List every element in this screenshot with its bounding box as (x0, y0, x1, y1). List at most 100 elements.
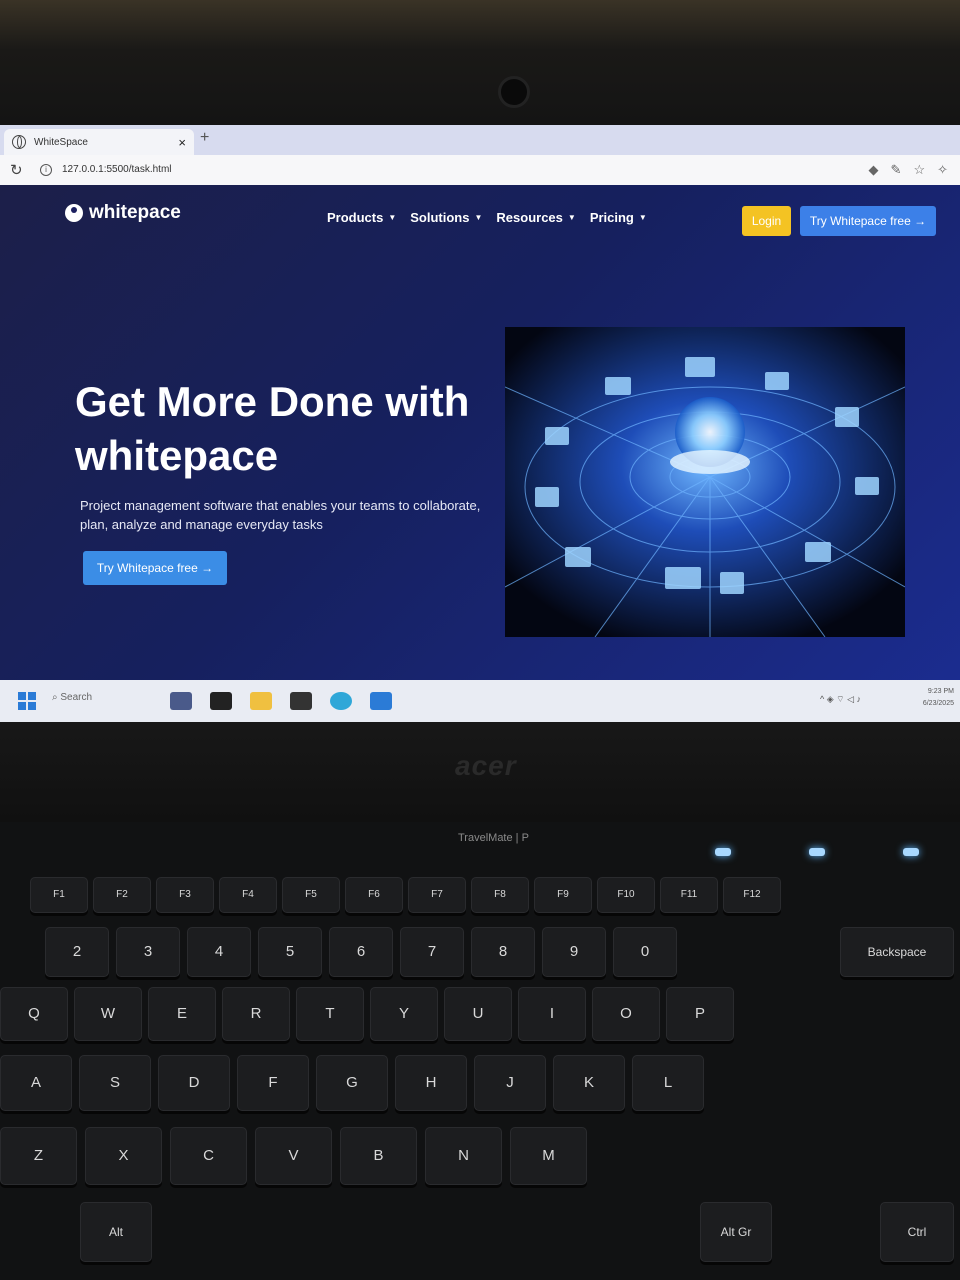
url-field[interactable]: 127.0.0.1:5500/task.html (62, 164, 172, 175)
keyboard-key[interactable]: V (255, 1127, 332, 1185)
keyboard-key[interactable]: A (0, 1055, 72, 1111)
keyboard-key[interactable]: 8 (471, 927, 535, 977)
keyboard-key[interactable]: K (553, 1055, 625, 1111)
keyboard-key[interactable]: Alt Gr (700, 1202, 772, 1262)
new-tab-button[interactable]: + (200, 129, 209, 147)
keyboard-key[interactable]: F3 (156, 877, 214, 913)
taskbar-apps (170, 692, 392, 710)
keyboard-key[interactable]: M (510, 1127, 587, 1185)
globe-icon (12, 135, 26, 149)
edge-browser-icon[interactable] (330, 692, 352, 710)
led-indicator (715, 848, 731, 856)
close-tab-icon[interactable]: × (178, 135, 186, 150)
keyboard-key[interactable]: Z (0, 1127, 77, 1185)
keyboard-key[interactable]: B (340, 1127, 417, 1185)
keyboard-key[interactable]: G (316, 1055, 388, 1111)
keyboard-key[interactable]: F11 (660, 877, 718, 913)
keyboard-key[interactable]: F8 (471, 877, 529, 913)
keyboard-key[interactable]: F1 (30, 877, 88, 913)
favorite-star-icon[interactable]: ☆ (913, 162, 925, 178)
hero-subtitle: Project management software that enables… (80, 498, 481, 532)
keyboard-key[interactable]: 5 (258, 927, 322, 977)
caret-down-icon: ▼ (567, 213, 576, 222)
keyboard-key[interactable]: S (79, 1055, 151, 1111)
vscode-icon[interactable] (370, 692, 392, 710)
keyboard-key[interactable]: F6 (345, 877, 403, 913)
laptop-model-label: TravelMate | P (458, 832, 529, 844)
try-free-header-button[interactable]: Try Whitepace free → (800, 206, 936, 236)
task-view-icon[interactable] (210, 692, 232, 710)
system-tray[interactable]: ^ ◈ ⌔ ◁ ♪ (820, 694, 861, 705)
keyboard-key[interactable]: J (474, 1055, 546, 1111)
clock-date: 6/23/2025 (922, 700, 954, 707)
keyboard-key[interactable]: O (592, 987, 660, 1041)
info-icon[interactable]: i (40, 164, 52, 176)
keyboard-key[interactable]: Ctrl (880, 1202, 954, 1262)
file-explorer-icon[interactable] (250, 692, 272, 710)
keyboard-key[interactable]: E (148, 987, 216, 1041)
keyboard-key[interactable]: N (425, 1127, 502, 1185)
keyboard-key[interactable]: H (395, 1055, 467, 1111)
keyboard-key[interactable]: F5 (282, 877, 340, 913)
keyboard-key[interactable]: F12 (723, 877, 781, 913)
windows-start-icon[interactable] (18, 692, 36, 710)
webpage: whitepace Products ▼ Solutions ▼ Resources… (0, 185, 960, 680)
led-indicator (903, 848, 919, 856)
read-aloud-icon[interactable]: ✎ (891, 162, 902, 178)
keyboard-key[interactable]: F4 (219, 877, 277, 913)
keyboard-key[interactable]: 7 (400, 927, 464, 977)
laptop-brand-logo: acer (455, 750, 517, 781)
address-bar: ↻ i 127.0.0.1:5500/task.html ◆ ✎ ☆ ✧ (0, 155, 960, 186)
nav-label: Solutions (410, 210, 470, 225)
keyboard-key[interactable]: 0 (613, 927, 677, 977)
keyboard-key[interactable]: 3 (116, 927, 180, 977)
nav-item-products[interactable]: Products ▼ (327, 210, 396, 225)
keyboard-key[interactable]: F10 (597, 877, 655, 913)
browser-tab[interactable]: WhiteSpace × (4, 129, 194, 155)
keyboard-key[interactable]: C (170, 1127, 247, 1185)
login-button[interactable]: Login (742, 206, 791, 236)
keyboard-key[interactable]: Backspace (840, 927, 954, 977)
keyboard-key[interactable]: U (444, 987, 512, 1041)
extensions-puzzle-icon[interactable]: ✧ (937, 162, 948, 178)
site-logo[interactable]: whitepace (65, 202, 181, 224)
taskbar-clock[interactable]: 9:23 PM 6/23/2025 (923, 686, 954, 710)
keyboard-key[interactable]: F (237, 1055, 309, 1111)
keyboard-key[interactable]: Alt (80, 1202, 152, 1262)
keyboard-key[interactable]: Y (370, 987, 438, 1041)
keyboard-key[interactable]: T (296, 987, 364, 1041)
laptop-keyboard-deck: TravelMate | P F1 F2 F3 F4 F5 F6 F7 F8 F9 F10 F11 F… (0, 822, 960, 1280)
reload-icon[interactable]: ↻ (10, 161, 23, 179)
taskbar-search-label: Search (60, 692, 93, 703)
keyboard-key[interactable]: W (74, 987, 142, 1041)
keyboard-key[interactable]: P (666, 987, 734, 1041)
terminal-icon[interactable] (290, 692, 312, 710)
keyboard-key[interactable]: R (222, 987, 290, 1041)
keyboard-key[interactable]: L (632, 1055, 704, 1111)
taskbar-search[interactable]: ⌕ Search (52, 692, 92, 703)
logo-text: whitepace (89, 202, 181, 223)
keyboard-key[interactable]: 9 (542, 927, 606, 977)
browser-tab-bar: WhiteSpace × + (0, 125, 960, 155)
keyboard-key[interactable]: I (518, 987, 586, 1041)
laptop-top-bezel (0, 0, 960, 125)
widgets-icon[interactable] (170, 692, 192, 710)
keyboard-key[interactable]: F7 (408, 877, 466, 913)
keyboard-key[interactable]: 4 (187, 927, 251, 977)
keyboard-key[interactable]: X (85, 1127, 162, 1185)
try-free-hero-button[interactable]: Try Whitepace free → (83, 551, 227, 585)
keyboard-key[interactable]: F9 (534, 877, 592, 913)
nav-item-pricing[interactable]: Pricing ▼ (590, 210, 647, 225)
nav-item-solutions[interactable]: Solutions ▼ (410, 210, 482, 225)
keyboard-key[interactable]: Q (0, 987, 68, 1041)
keyboard-key[interactable]: 2 (45, 927, 109, 977)
laptop-screen: WhiteSpace × + ↻ i 127.0.0.1:5500/task.h… (0, 125, 960, 722)
extension-icon[interactable]: ◆ (869, 162, 879, 178)
toolbar-icons: ◆ ✎ ☆ ✧ (869, 162, 948, 178)
keyboard-key[interactable]: F2 (93, 877, 151, 913)
tab-title: WhiteSpace (34, 136, 88, 148)
nav-item-resources[interactable]: Resources ▼ (496, 210, 575, 225)
nav-label: Pricing (589, 210, 634, 225)
keyboard-key[interactable]: 6 (329, 927, 393, 977)
keyboard-key[interactable]: D (158, 1055, 230, 1111)
